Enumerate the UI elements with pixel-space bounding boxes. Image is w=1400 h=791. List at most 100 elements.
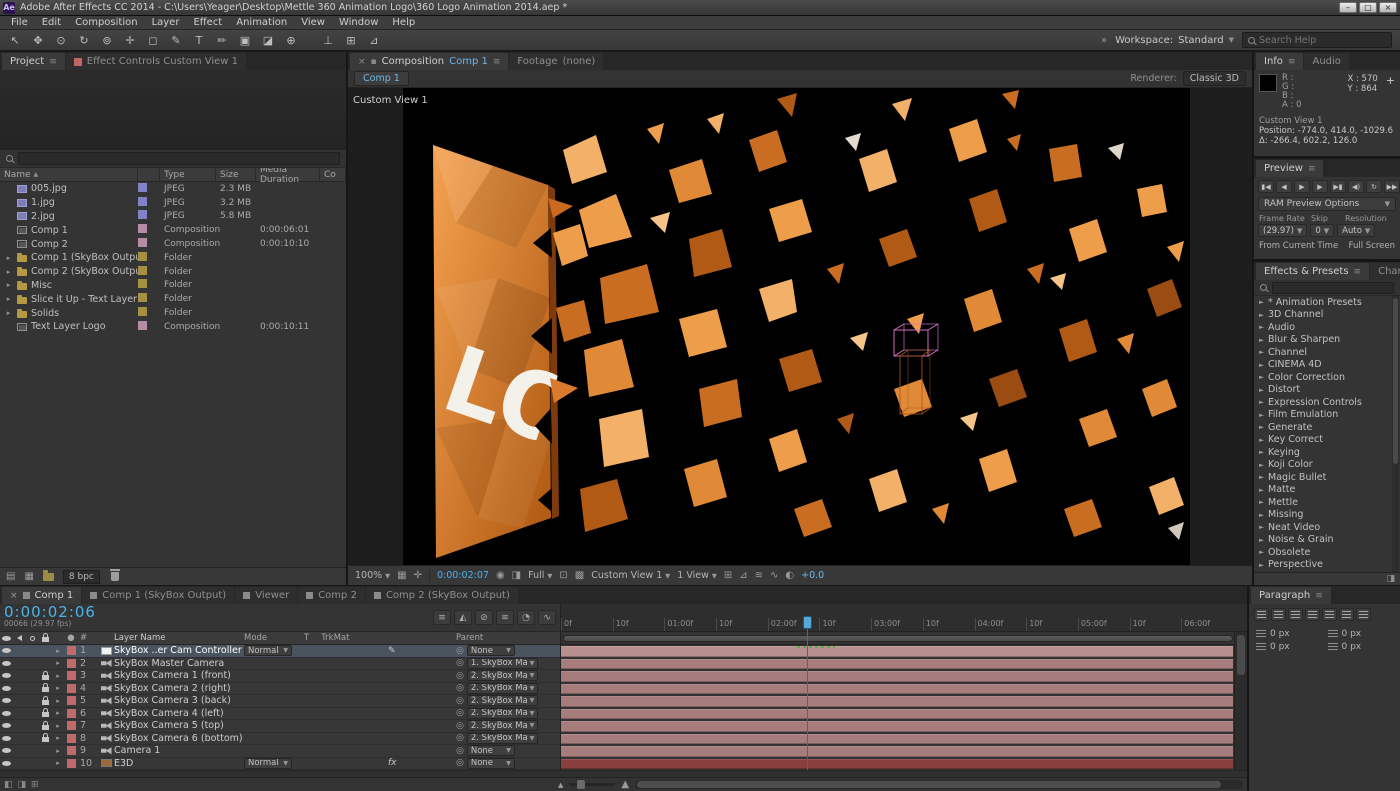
expander-icon[interactable]: ▸ [52,708,64,720]
expander-icon[interactable] [4,309,13,317]
label-color-swatch[interactable] [138,238,147,247]
indent-value[interactable]: 0 px [1270,642,1290,652]
panel-menu-icon[interactable]: ≡ [1308,164,1316,174]
label-color-swatch[interactable] [138,293,147,302]
magnification-dropdown[interactable]: 100%▼ [355,570,390,581]
project-item-row[interactable]: Comp 2 (SkyBox Output) Folder [0,265,346,279]
effects-category[interactable]: ► * Animation Presets [1254,296,1400,309]
expander-icon[interactable]: ▸ [52,695,64,707]
project-search-input[interactable] [18,152,340,165]
layer-name[interactable]: SkyBox Camera 6 (bottom) [114,733,244,745]
effects-category[interactable]: ► Key Correct [1254,434,1400,447]
timeline-tab[interactable]: × Comp 2 (SkyBox Output) [366,587,518,604]
align-center-button[interactable] [1271,608,1286,621]
align-left-button[interactable] [1254,608,1269,621]
brush-tool[interactable]: ✏ [211,31,233,49]
parent-pickwhip-icon[interactable]: ◎ [456,733,464,743]
search-input[interactable] [1259,35,1379,46]
collapse-arrow-icon[interactable]: ► [1259,548,1264,556]
pen-tool[interactable]: ✎ [165,31,187,49]
ram-preview-button[interactable]: ▶▶ [1384,180,1400,193]
expander-icon[interactable] [4,254,13,262]
loop-button[interactable]: ↻ [1366,180,1382,193]
collapse-arrow-icon[interactable]: ► [1259,473,1264,481]
timeline-columns-header[interactable]: ● # Layer Name Mode TTrkMat Parent [0,632,560,645]
layer-duration-bar[interactable] [561,720,1233,733]
layer-switches[interactable] [360,683,456,695]
tab-info[interactable]: Info≡ [1256,53,1303,70]
label-color-swatch[interactable] [138,307,147,316]
parent-dropdown[interactable]: 2. SkyBox Ma▼ [467,695,539,706]
previous-frame-button[interactable]: ◀ [1276,180,1292,193]
indent-field[interactable]: 0 px [1328,629,1394,639]
effects-category[interactable]: ► Neat Video [1254,521,1400,534]
menu-item[interactable]: Effect [186,16,229,30]
help-search-box[interactable] [1242,32,1392,48]
expander-icon[interactable]: ▸ [52,745,64,757]
layer-label-swatch[interactable] [67,746,76,755]
lock-icon[interactable] [42,725,49,730]
exposure-value[interactable]: +0.0 [801,570,824,581]
project-item-row[interactable]: 2.jpg JPEG 5.8 MB [0,210,346,224]
project-item-row[interactable]: Slice it Up - Text Layer Logo comps Fold… [0,292,346,306]
layer-name[interactable]: SkyBox Camera 1 (front) [114,670,244,682]
zoom-tool[interactable]: ⊙ [50,31,72,49]
collapse-arrow-icon[interactable]: ► [1259,298,1264,306]
layer-label-swatch[interactable] [67,646,76,655]
label-color-swatch[interactable] [138,183,147,192]
effects-category[interactable]: ► Matte [1254,484,1400,497]
tab-footage[interactable]: Footage (none) [509,53,603,70]
label-color-swatch[interactable] [138,321,147,330]
shape-tool[interactable]: ◻ [142,31,164,49]
layer-label-swatch[interactable] [67,696,76,705]
composition-viewport[interactable]: LO [348,88,1252,565]
world-axis-mode[interactable]: ⊞ [340,31,362,49]
horizontal-scrollbar[interactable] [635,780,1243,789]
expander-icon[interactable] [4,295,13,303]
mask-visibility-icon[interactable]: ✛ [414,570,422,581]
layer-switches[interactable]: fx [360,758,456,770]
effects-category[interactable]: ► Keying [1254,446,1400,459]
eye-icon[interactable] [2,761,11,766]
layer-duration-bar[interactable] [561,645,1233,658]
label-color-swatch[interactable] [138,252,147,261]
tab-project[interactable]: Project ≡ [2,53,65,70]
panel-menu-icon[interactable]: ≡ [493,57,501,67]
parent-pickwhip-icon[interactable]: ◎ [456,758,464,768]
collapse-arrow-icon[interactable]: ► [1259,348,1264,356]
timeline-tab[interactable]: × Comp 1 (SkyBox Output) [82,587,234,604]
layer-label-swatch[interactable] [67,734,76,743]
effects-category[interactable]: ► Generate [1254,421,1400,434]
parent-dropdown[interactable]: 2. SkyBox Ma▼ [467,708,539,719]
layer-duration-bar[interactable] [561,745,1233,758]
lock-icon[interactable] [42,737,49,742]
layer-duration-bar[interactable] [561,658,1233,671]
layer-duration-bar[interactable] [561,670,1233,683]
collapse-arrow-icon[interactable]: ► [1259,436,1264,444]
parent-pickwhip-icon[interactable]: ◎ [456,646,464,656]
effects-category[interactable]: ► Perspective [1254,559,1400,572]
resolution-dropdown[interactable]: Auto▼ [1337,224,1375,237]
justify-all-button[interactable] [1356,608,1371,621]
effects-category[interactable]: ► Magic Bullet [1254,471,1400,484]
draft-3d-icon[interactable]: ◭ [454,610,472,625]
collapse-arrow-icon[interactable]: ► [1259,423,1264,431]
bit-depth-button[interactable]: 8 bpc [63,570,100,584]
project-item-row[interactable]: Comp 1 (SkyBox Output) Folder [0,251,346,265]
expander-icon[interactable]: ▸ [52,733,64,745]
menu-item[interactable]: Composition [68,16,144,30]
effects-category[interactable]: ► Mettle [1254,496,1400,509]
layer-row[interactable]: ▸ 3 SkyBox Camera 1 (front) ▼ ◎2. SkyBox… [0,670,560,683]
vertical-scrollbar[interactable] [1234,632,1247,770]
comp-chip[interactable]: Comp 1 [354,71,409,86]
layer-duration-bar[interactable] [561,683,1233,696]
project-item-row[interactable]: Solids Folder [0,306,346,320]
effects-category[interactable]: ► Missing [1254,509,1400,522]
collapse-arrow-icon[interactable]: ► [1259,511,1264,519]
show-channels-icon[interactable]: ◨ [512,570,521,581]
expander-icon[interactable]: ▸ [52,670,64,682]
layer-name[interactable]: Camera 1 [114,745,244,757]
3d-view-dropdown[interactable]: Custom View 1▼ [591,570,670,581]
tab-character[interactable]: Character [1370,263,1400,280]
tab-effects-presets[interactable]: Effects & Presets≡ [1256,263,1369,280]
